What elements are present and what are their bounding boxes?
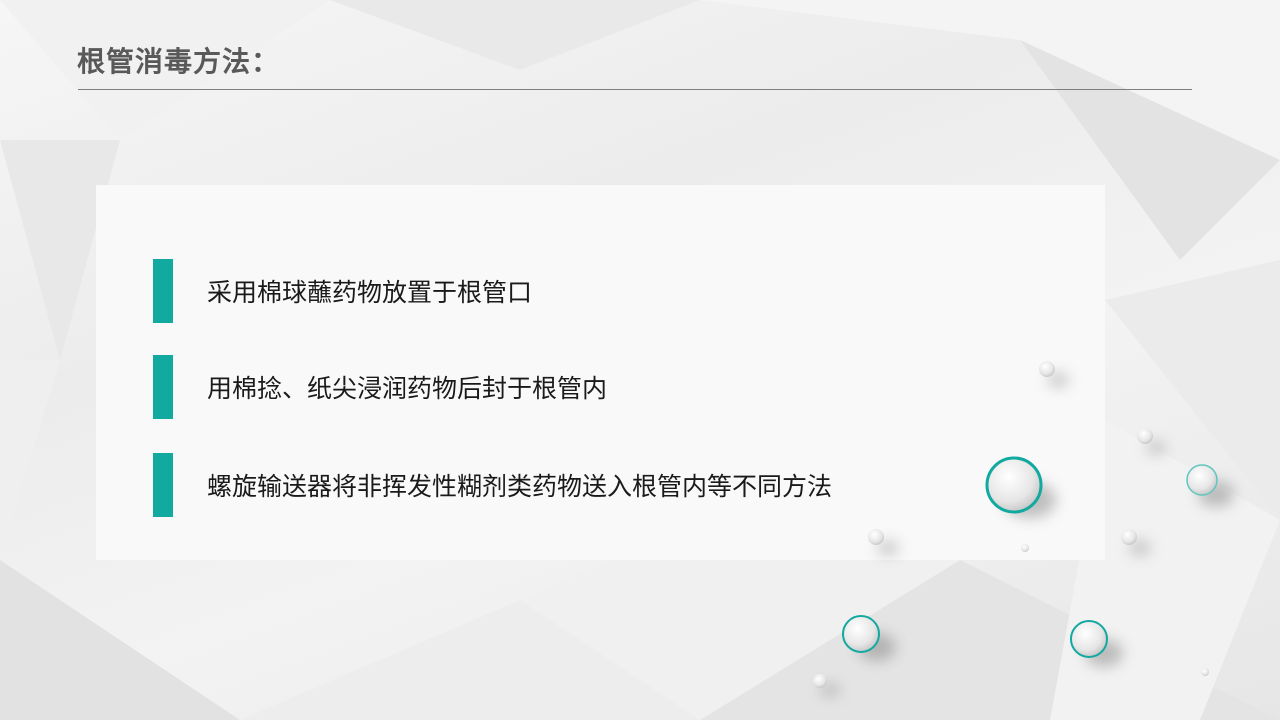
list-item: 螺旋输送器将非挥发性糊剂类药物送入根管内等不同方法	[153, 453, 1053, 517]
list-item-text: 螺旋输送器将非挥发性糊剂类药物送入根管内等不同方法	[207, 472, 833, 501]
page-title: 根管消毒方法：	[77, 45, 281, 78]
list-item-text: 用棉捻、纸尖浸润药物后封于根管内	[207, 374, 608, 403]
list-item: 采用棉球蘸药物放置于根管口	[153, 259, 1053, 323]
accent-bar	[153, 355, 173, 419]
list-item-text: 采用棉球蘸药物放置于根管口	[207, 278, 533, 307]
slide: 根管消毒方法： 采用棉球蘸药物放置于根管口 用棉捻、纸尖浸润药物后封于根管内 螺…	[0, 0, 1280, 720]
list-item: 用棉捻、纸尖浸润药物后封于根管内	[153, 355, 1053, 419]
accent-bar	[153, 259, 173, 323]
title-divider	[78, 89, 1192, 90]
content-card: 采用棉球蘸药物放置于根管口 用棉捻、纸尖浸润药物后封于根管内 螺旋输送器将非挥发…	[96, 185, 1105, 560]
accent-bar	[153, 453, 173, 517]
